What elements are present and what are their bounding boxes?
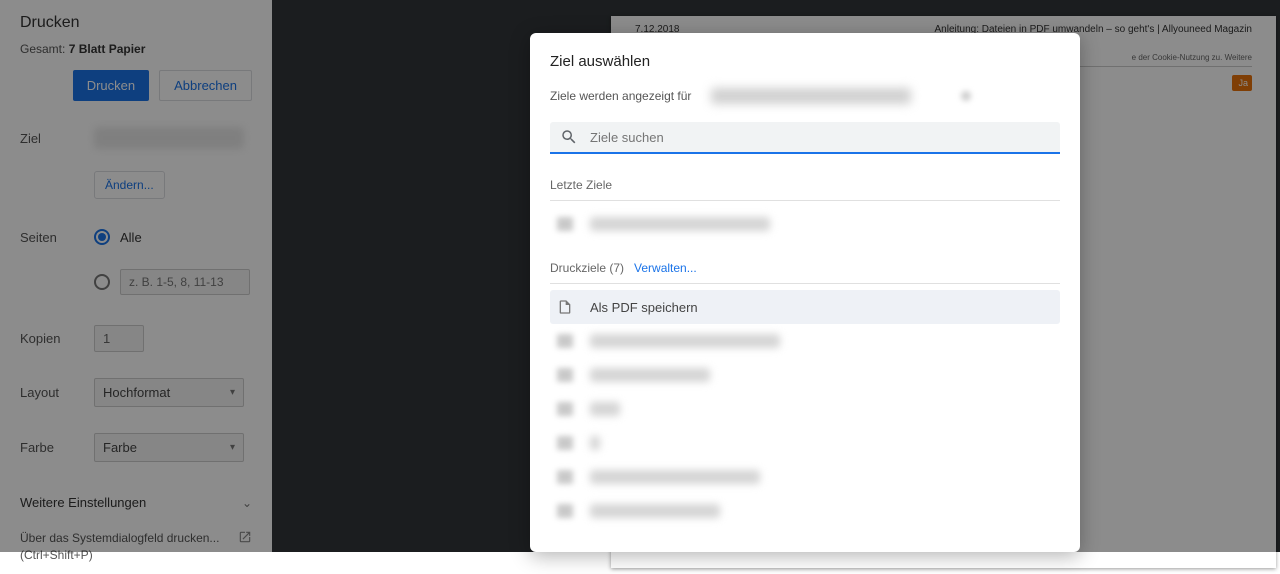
pages-range-input[interactable] xyxy=(120,269,250,295)
print-sidebar: Drucken Gesamt: 7 Blatt Papier Drucken A… xyxy=(0,0,272,552)
recent-destination-item[interactable] xyxy=(550,207,1060,241)
cancel-button[interactable]: Abbrechen xyxy=(159,70,252,101)
printer-icon xyxy=(557,436,573,450)
print-destinations-label: Druckziele (7) xyxy=(550,261,624,275)
color-select[interactable]: Farbe xyxy=(94,433,244,462)
pages-label: Seiten xyxy=(20,230,94,245)
destination-item[interactable] xyxy=(550,358,1060,392)
destination-current xyxy=(94,127,244,149)
destination-item[interactable] xyxy=(550,494,1060,528)
pages-range-radio[interactable] xyxy=(94,274,110,290)
account-email-blurred xyxy=(711,88,911,104)
destination-item[interactable] xyxy=(550,426,1060,460)
layout-select[interactable]: Hochformat xyxy=(94,378,244,407)
pages-all-radio[interactable] xyxy=(94,229,110,245)
printer-icon xyxy=(557,368,573,382)
destination-search-input[interactable] xyxy=(590,130,1050,145)
save-as-pdf-label: Als PDF speichern xyxy=(590,300,698,315)
print-button[interactable]: Drucken xyxy=(73,70,149,101)
destination-item[interactable] xyxy=(550,460,1060,494)
sidebar-title: Drucken xyxy=(0,14,272,42)
total-sheets: Gesamt: 7 Blatt Papier xyxy=(0,42,272,70)
printer-icon xyxy=(557,470,573,484)
printer-icon xyxy=(557,217,573,231)
copies-label: Kopien xyxy=(20,331,94,346)
manage-link[interactable]: Verwalten... xyxy=(634,261,697,275)
save-as-pdf-option[interactable]: Als PDF speichern xyxy=(550,290,1060,324)
color-label: Farbe xyxy=(20,440,94,455)
copies-input[interactable] xyxy=(94,325,144,352)
external-icon xyxy=(238,530,252,550)
recent-destinations-label: Letzte Ziele xyxy=(550,174,1060,200)
printer-icon xyxy=(557,334,573,348)
account-dropdown-icon[interactable] xyxy=(961,91,971,101)
shown-for-label: Ziele werden angezeigt für xyxy=(550,89,691,103)
change-destination-button[interactable]: Ändern... xyxy=(94,171,165,199)
modal-title: Ziel auswählen xyxy=(550,53,1060,70)
search-icon xyxy=(560,128,578,146)
preview-ja-button: Ja xyxy=(1232,75,1252,91)
pdf-icon xyxy=(556,298,574,316)
printer-icon xyxy=(557,504,573,518)
pages-all-text: Alle xyxy=(120,230,142,245)
system-dialog-link[interactable]: Über das Systemdialogfeld drucken... (Ct… xyxy=(0,520,272,574)
layout-label: Layout xyxy=(20,385,94,400)
destination-item[interactable] xyxy=(550,392,1060,426)
destination-item[interactable] xyxy=(550,324,1060,358)
printer-icon xyxy=(557,402,573,416)
destination-search[interactable] xyxy=(550,122,1060,154)
more-settings-toggle[interactable]: Weitere Einstellungen ⌄ xyxy=(0,484,272,520)
destination-modal: Ziel auswählen Ziele werden angezeigt fü… xyxy=(530,33,1080,552)
chevron-down-icon: ⌄ xyxy=(242,496,252,510)
destination-label: Ziel xyxy=(20,131,94,146)
